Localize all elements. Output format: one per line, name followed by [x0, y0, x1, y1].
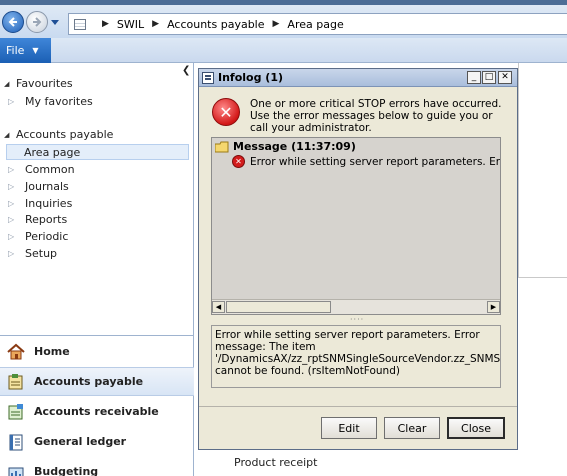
- nav-item-label: Setup: [25, 246, 58, 260]
- expanded-triangle-icon: ◢: [4, 79, 10, 88]
- clear-button[interactable]: Clear: [384, 417, 440, 439]
- nav-item-inquiries[interactable]: ▷ Inquiries: [8, 195, 189, 211]
- chevron-down-icon: [51, 20, 59, 25]
- nav-item-journals[interactable]: ▷ Journals: [8, 178, 189, 194]
- collapsed-triangle-icon: ▷: [8, 96, 15, 106]
- error-detail-text[interactable]: Error while setting server report parame…: [211, 325, 501, 388]
- breadcrumb-page[interactable]: Area page: [287, 18, 343, 31]
- back-arrow-icon: [8, 17, 17, 27]
- address-bar-row: ▶ SWIL ▶ Accounts payable ▶ Area page: [0, 5, 567, 38]
- edit-button[interactable]: Edit: [321, 417, 377, 439]
- splitter-handle[interactable]: ····: [350, 316, 368, 324]
- nav-item-label: Inquiries: [25, 196, 73, 210]
- back-button[interactable]: [2, 11, 24, 33]
- breadcrumb-module[interactable]: Accounts payable: [167, 18, 264, 31]
- collapsed-triangle-icon: ▷: [8, 164, 15, 174]
- close-window-button[interactable]: ✕: [498, 71, 512, 84]
- forward-button[interactable]: [26, 11, 48, 33]
- content-divider: [518, 277, 567, 278]
- module-label: Budgeting: [34, 465, 99, 476]
- collapsed-triangle-icon: ▷: [8, 214, 15, 224]
- content-divider: [518, 63, 519, 278]
- breadcrumb-separator-icon[interactable]: ▶: [102, 19, 109, 29]
- accounts-payable-icon: [6, 372, 26, 392]
- command-bar: File ▼: [0, 38, 567, 63]
- module-button-accounts-payable[interactable]: Accounts payable: [0, 367, 194, 396]
- scroll-left-icon[interactable]: ◀: [212, 301, 225, 313]
- form-icon: [202, 71, 214, 84]
- file-menu-label: File: [6, 44, 25, 57]
- nav-item-label: My favorites: [25, 94, 93, 108]
- error-summary-text: One or more critical STOP errors have oc…: [250, 98, 502, 134]
- horizontal-scrollbar[interactable]: ◀ ▶: [212, 299, 500, 314]
- footer-divider: [199, 406, 517, 407]
- module-button-general-ledger[interactable]: General ledger: [0, 427, 194, 456]
- expanded-triangle-icon: ◢: [4, 130, 10, 139]
- general-ledger-icon: [6, 432, 26, 452]
- module-button-budgeting[interactable]: Budgeting: [0, 457, 194, 476]
- message-node[interactable]: Message (11:37:09): [215, 140, 356, 153]
- breadcrumb-separator-icon[interactable]: ▶: [152, 19, 159, 29]
- link-product-receipt[interactable]: Product receipt: [234, 456, 317, 469]
- budgeting-icon: [6, 462, 26, 476]
- module-label: General ledger: [34, 435, 127, 448]
- nav-item-label: Journals: [25, 179, 69, 193]
- nav-item-label: Reports: [25, 212, 68, 226]
- chevron-down-icon: ▼: [32, 46, 39, 55]
- infolog-dialog: Infolog (1) _ □ ✕ ✕ One or more critical…: [198, 68, 518, 450]
- nav-item-common[interactable]: ▷ Common: [8, 161, 189, 177]
- nav-item-label: Periodic: [25, 229, 69, 243]
- forward-arrow-icon: [33, 17, 42, 27]
- collapsed-triangle-icon: ▷: [8, 231, 15, 241]
- minimize-button[interactable]: _: [467, 71, 481, 84]
- address-breadcrumb[interactable]: ▶ SWIL ▶ Accounts payable ▶ Area page: [68, 13, 567, 35]
- breadcrumb-company[interactable]: SWIL: [117, 18, 144, 31]
- home-icon: [6, 342, 26, 362]
- nav-item-periodic[interactable]: ▷ Periodic: [8, 228, 189, 244]
- error-node[interactable]: ✕ Error while setting server report para…: [232, 155, 500, 168]
- nav-item-reports[interactable]: ▷ Reports: [8, 211, 189, 227]
- favourites-label: Favourites: [16, 77, 73, 90]
- breadcrumb-separator-icon[interactable]: ▶: [273, 19, 280, 29]
- collapsed-triangle-icon: ▷: [8, 181, 15, 191]
- nav-item-area-page[interactable]: Area page: [6, 144, 189, 160]
- nav-item-setup[interactable]: ▷ Setup: [8, 245, 189, 261]
- module-label: Home: [34, 345, 70, 358]
- grid-icon: [74, 18, 86, 30]
- module-group-label: Accounts payable: [16, 128, 114, 141]
- dialog-title-bar[interactable]: Infolog (1) _ □ ✕: [199, 69, 517, 87]
- favourites-group-header[interactable]: ◢ Favourites: [4, 77, 73, 90]
- module-button-home[interactable]: Home: [0, 337, 194, 366]
- module-label: Accounts receivable: [34, 405, 159, 418]
- module-group-header[interactable]: ◢ Accounts payable: [4, 128, 113, 141]
- maximize-button[interactable]: □: [482, 71, 496, 84]
- error-icon: ✕: [232, 155, 245, 168]
- error-node-label: Error while setting server report parame…: [250, 155, 500, 168]
- module-label: Accounts payable: [34, 375, 144, 388]
- dialog-title: Infolog (1): [218, 71, 284, 84]
- scroll-right-icon[interactable]: ▶: [487, 301, 500, 313]
- close-button[interactable]: Close: [447, 417, 505, 439]
- nav-item-label: Area page: [24, 145, 81, 159]
- collapsed-triangle-icon: ▷: [8, 198, 15, 208]
- message-tree[interactable]: Message (11:37:09) ✕ Error while setting…: [211, 137, 501, 315]
- accounts-receivable-icon: [6, 402, 26, 422]
- critical-error-icon: ✕: [212, 98, 240, 126]
- scrollbar-thumb[interactable]: [226, 301, 331, 313]
- collapse-pane-icon[interactable]: ❮: [182, 65, 190, 76]
- file-menu-button[interactable]: File ▼: [0, 38, 51, 63]
- navigation-pane: ❮ ◢ Favourites ▷ My favorites ◢ Accounts…: [0, 63, 194, 476]
- ax-client-window: ▶ SWIL ▶ Accounts payable ▶ Area page Fi…: [0, 0, 567, 476]
- nav-item-label: Common: [25, 162, 75, 176]
- collapsed-triangle-icon: ▷: [8, 248, 15, 258]
- module-switcher: Home Accounts payable Accounts receivabl…: [0, 335, 194, 476]
- message-folder-icon: [215, 141, 229, 152]
- history-dropdown-button[interactable]: [50, 18, 60, 28]
- module-button-accounts-receivable[interactable]: Accounts receivable: [0, 397, 194, 426]
- message-node-label: Message (11:37:09): [233, 140, 356, 153]
- nav-item-my-favorites[interactable]: ▷ My favorites: [8, 93, 189, 109]
